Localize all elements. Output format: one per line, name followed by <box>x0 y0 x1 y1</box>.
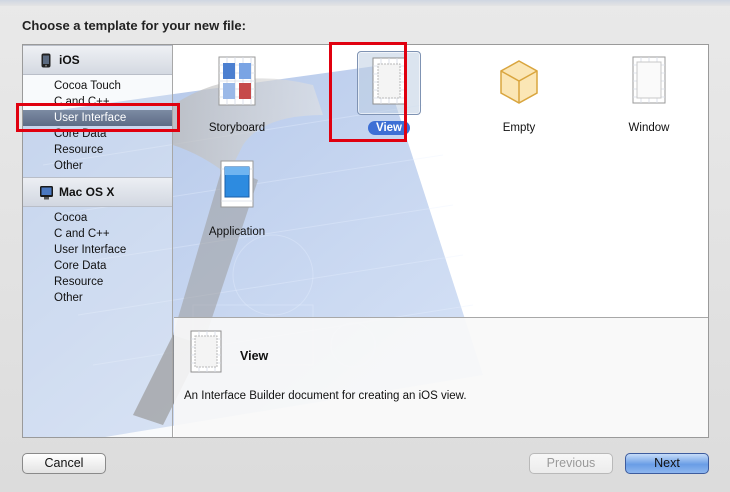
sidebar-item-ios-user-interface[interactable]: User Interface <box>23 110 172 126</box>
storyboard-icon <box>205 51 269 115</box>
sidebar-item-ios-other[interactable]: Other <box>23 158 172 174</box>
cancel-button[interactable]: Cancel <box>22 453 106 474</box>
sidebar-group-mac: Mac OS X Cocoa C and C++ User Interface … <box>23 177 172 309</box>
template-view[interactable]: View <box>344 45 434 145</box>
sidebar-item-ios-c-and-cpp[interactable]: C and C++ <box>23 94 172 110</box>
detail-title: View <box>240 349 269 363</box>
template-grid: Storyboard View Empty Window Application <box>174 45 708 317</box>
sidebar-items-ios: Cocoa Touch C and C++ User Interface Cor… <box>23 75 172 177</box>
dialog-title: Choose a template for your new file: <box>22 18 246 33</box>
sidebar-group-ios: iOS Cocoa Touch C and C++ User Interface… <box>23 45 172 177</box>
apple-logo-icon <box>39 184 53 200</box>
sidebar-item-mac-user-interface[interactable]: User Interface <box>23 242 172 258</box>
template-category-sidebar: iOS Cocoa Touch C and C++ User Interface… <box>23 45 173 437</box>
sidebar-item-ios-resource[interactable]: Resource <box>23 142 172 158</box>
template-label: Empty <box>502 122 536 134</box>
sidebar-item-ios-cocoa-touch[interactable]: Cocoa Touch <box>23 78 172 94</box>
sidebar-item-mac-c-and-cpp[interactable]: C and C++ <box>23 226 172 242</box>
sidebar-items-mac: Cocoa C and C++ User Interface Core Data… <box>23 207 172 309</box>
template-window[interactable]: Window <box>604 45 694 145</box>
template-storyboard[interactable]: Storyboard <box>192 45 282 145</box>
sidebar-item-ios-core-data[interactable]: Core Data <box>23 126 172 142</box>
template-label: Window <box>628 122 670 134</box>
iphone-icon <box>39 52 53 68</box>
window-document-icon <box>617 51 681 115</box>
view-document-icon <box>357 51 421 115</box>
template-chooser-panel: iOS Cocoa Touch C and C++ User Interface… <box>22 44 709 438</box>
detail-description: An Interface Builder document for creati… <box>184 390 467 402</box>
previous-button[interactable]: Previous <box>529 453 613 474</box>
sidebar-group-header-mac[interactable]: Mac OS X <box>23 177 172 207</box>
application-document-icon <box>205 155 269 219</box>
template-application[interactable]: Application <box>192 149 282 249</box>
template-empty[interactable]: Empty <box>474 45 564 145</box>
sidebar-group-label: Mac OS X <box>59 185 115 199</box>
view-document-icon <box>190 330 224 374</box>
sidebar-item-mac-other[interactable]: Other <box>23 290 172 306</box>
template-label: View <box>368 121 410 135</box>
template-label: Application <box>208 226 266 238</box>
window-top-strip <box>0 0 730 6</box>
template-detail-pane: View An Interface Builder document for c… <box>174 317 708 437</box>
empty-cube-icon <box>487 51 551 115</box>
sidebar-item-mac-resource[interactable]: Resource <box>23 274 172 290</box>
sidebar-group-header-ios[interactable]: iOS <box>23 45 172 75</box>
sidebar-item-mac-core-data[interactable]: Core Data <box>23 258 172 274</box>
next-button[interactable]: Next <box>625 453 709 474</box>
sidebar-item-mac-cocoa[interactable]: Cocoa <box>23 210 172 226</box>
sidebar-group-label: iOS <box>59 53 80 67</box>
template-label: Storyboard <box>208 122 266 134</box>
